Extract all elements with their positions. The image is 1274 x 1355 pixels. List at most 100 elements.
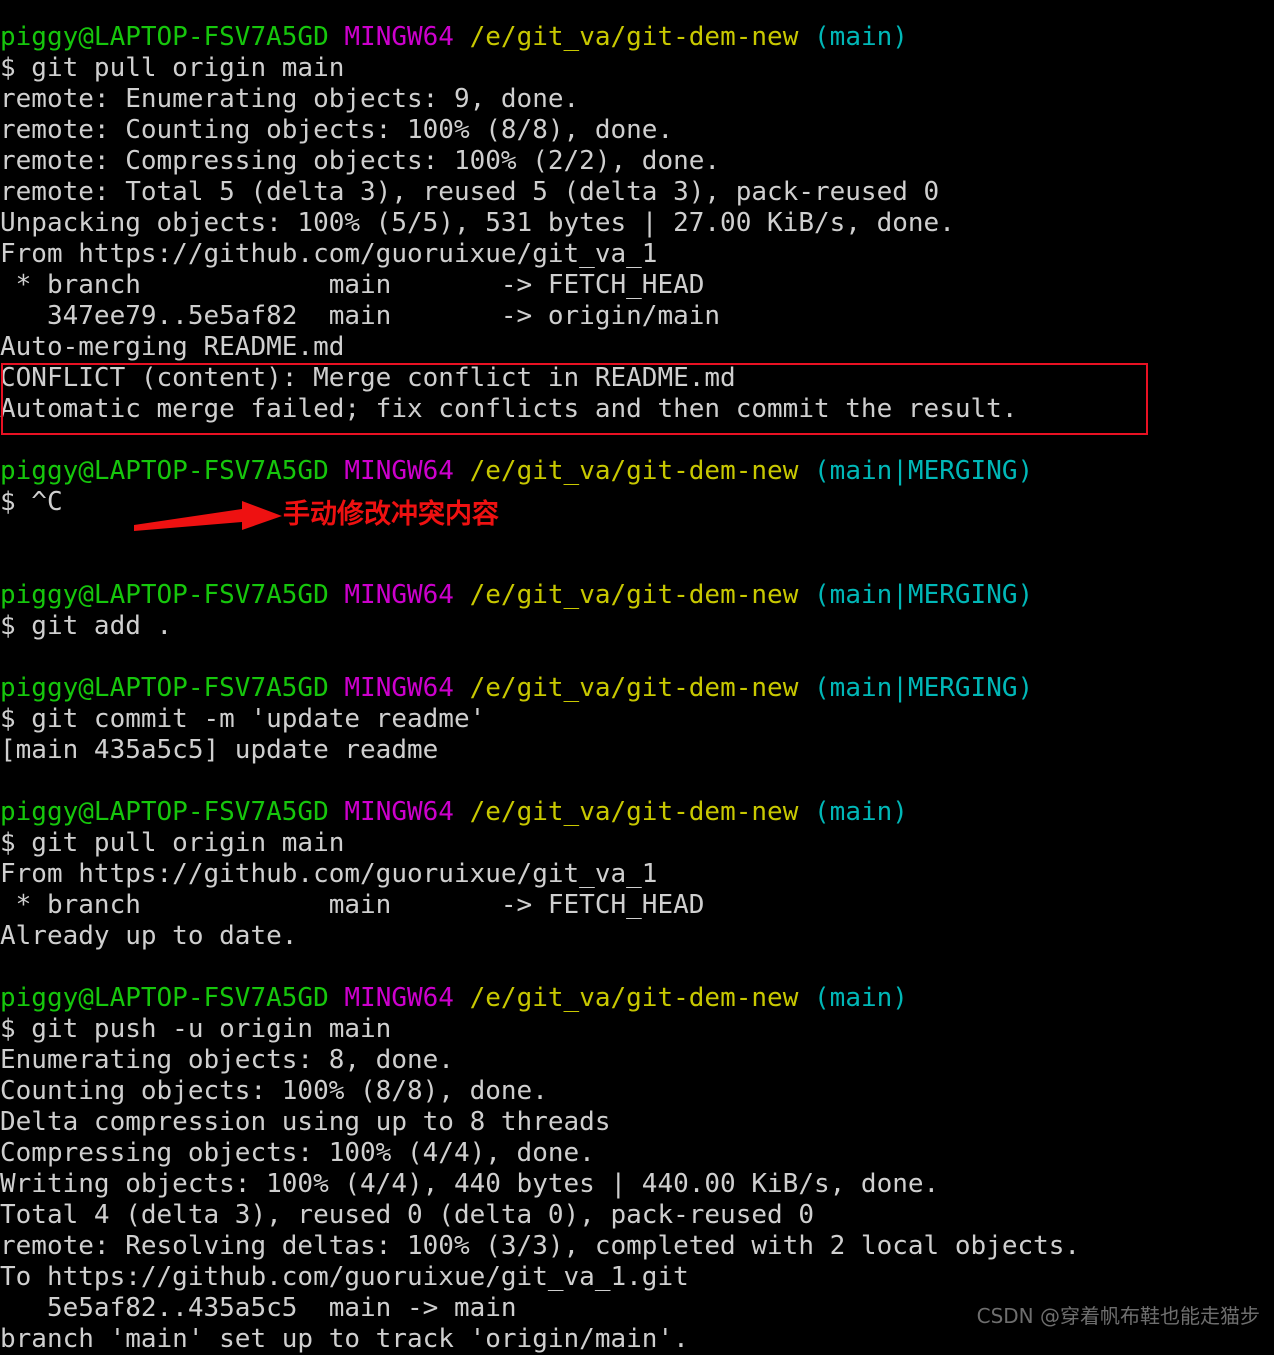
output-text: remote: Total 5 (delta 3), reused 5 (del…	[0, 177, 940, 207]
output-text: remote: Resolving deltas: 100% (3/3), co…	[0, 1231, 1081, 1261]
terminal-output-line: To https://github.com/guoruixue/git_va_1…	[0, 1262, 1274, 1293]
terminal-output-line: Delta compression using up to 8 threads	[0, 1107, 1274, 1138]
terminal-output-line: Total 4 (delta 3), reused 0 (delta 0), p…	[0, 1200, 1274, 1231]
terminal-output-line: Enumerating objects: 8, done.	[0, 1045, 1274, 1076]
terminal-window[interactable]: piggy@LAPTOP-FSV7A5GD MINGW64 /e/git_va/…	[0, 0, 1274, 1354]
prompt-shell-tag: MINGW64	[344, 983, 454, 1013]
prompt-path: /e/git_va/git-dem-new	[469, 797, 799, 827]
command-text: $ git pull origin main	[0, 53, 345, 83]
annotation-label: 手动修改冲突内容	[283, 499, 499, 530]
output-text: * branch main -> FETCH_HEAD	[0, 270, 705, 300]
prompt-path: /e/git_va/git-dem-new	[469, 983, 799, 1013]
output-text: 5e5af82..435a5c5 main -> main	[0, 1293, 517, 1323]
terminal-output-line: From https://github.com/guoruixue/git_va…	[0, 239, 1274, 270]
terminal-command-line: $ git pull origin main	[0, 828, 1274, 859]
prompt-shell-tag: MINGW64	[344, 456, 454, 486]
prompt-branch: (main|MERGING)	[814, 580, 1034, 610]
command-text: $ git add .	[0, 611, 173, 641]
prompt-user-host: piggy@LAPTOP-FSV7A5GD	[0, 580, 329, 610]
prompt-user-host: piggy@LAPTOP-FSV7A5GD	[0, 456, 329, 486]
output-text: branch 'main' set up to track 'origin/ma…	[0, 1324, 689, 1354]
prompt-user-host: piggy@LAPTOP-FSV7A5GD	[0, 983, 329, 1013]
terminal-output-line: Automatic merge failed; fix conflicts an…	[0, 394, 1274, 425]
terminal-output-line: Compressing objects: 100% (4/4), done.	[0, 1138, 1274, 1169]
terminal-output-line: Counting objects: 100% (8/8), done.	[0, 1076, 1274, 1107]
terminal-output-line: * branch main -> FETCH_HEAD	[0, 270, 1274, 301]
output-text: Compressing objects: 100% (4/4), done.	[0, 1138, 595, 1168]
prompt-path: /e/git_va/git-dem-new	[469, 580, 799, 610]
command-text: $ git pull origin main	[0, 828, 345, 858]
terminal-output-line: remote: Total 5 (delta 3), reused 5 (del…	[0, 177, 1274, 208]
prompt-branch: (main)	[814, 22, 908, 52]
terminal-output-line: From https://github.com/guoruixue/git_va…	[0, 859, 1274, 890]
output-text: Writing objects: 100% (4/4), 440 bytes |…	[0, 1169, 940, 1199]
output-text: 347ee79..5e5af82 main -> origin/main	[0, 301, 721, 331]
output-text: To https://github.com/guoruixue/git_va_1…	[0, 1262, 689, 1292]
terminal-output-line: Auto-merging README.md	[0, 332, 1274, 363]
output-text: remote: Enumerating objects: 9, done.	[0, 84, 580, 114]
output-text: Auto-merging README.md	[0, 332, 345, 362]
output-text: Delta compression using up to 8 threads	[0, 1107, 611, 1137]
terminal-output-line: remote: Resolving deltas: 100% (3/3), co…	[0, 1231, 1274, 1262]
terminal-output-line: Already up to date.	[0, 921, 1274, 952]
terminal-prompt-line: piggy@LAPTOP-FSV7A5GD MINGW64 /e/git_va/…	[0, 456, 1274, 487]
terminal-command-line: $ git pull origin main	[0, 53, 1274, 84]
output-text: remote: Counting objects: 100% (8/8), do…	[0, 115, 674, 145]
command-text: $ ^C	[0, 487, 63, 517]
terminal-output-area[interactable]: piggy@LAPTOP-FSV7A5GD MINGW64 /e/git_va/…	[0, 22, 1274, 1355]
terminal-output-line: [main 435a5c5] update readme	[0, 735, 1274, 766]
terminal-prompt-line: piggy@LAPTOP-FSV7A5GD MINGW64 /e/git_va/…	[0, 983, 1274, 1014]
terminal-command-line: $ git commit -m 'update readme'	[0, 704, 1274, 735]
output-text: Automatic merge failed; fix conflicts an…	[0, 394, 1018, 424]
terminal-prompt-line: piggy@LAPTOP-FSV7A5GD MINGW64 /e/git_va/…	[0, 797, 1274, 828]
terminal-prompt-line: piggy@LAPTOP-FSV7A5GD MINGW64 /e/git_va/…	[0, 673, 1274, 704]
output-text: * branch main -> FETCH_HEAD	[0, 890, 705, 920]
prompt-branch: (main|MERGING)	[814, 673, 1034, 703]
terminal-output-line: remote: Counting objects: 100% (8/8), do…	[0, 115, 1274, 146]
prompt-shell-tag: MINGW64	[344, 673, 454, 703]
command-text: $ git commit -m 'update readme'	[0, 704, 486, 734]
terminal-command-line: $ ^C	[0, 487, 1274, 518]
terminal-output-line: Unpacking objects: 100% (5/5), 531 bytes…	[0, 208, 1274, 239]
prompt-path: /e/git_va/git-dem-new	[469, 456, 799, 486]
terminal-output-line: * branch main -> FETCH_HEAD	[0, 890, 1274, 921]
terminal-command-line: $ git add .	[0, 611, 1274, 642]
prompt-branch: (main)	[814, 797, 908, 827]
output-text: Counting objects: 100% (8/8), done.	[0, 1076, 548, 1106]
prompt-path: /e/git_va/git-dem-new	[469, 673, 799, 703]
output-text: remote: Compressing objects: 100% (2/2),…	[0, 146, 721, 176]
terminal-command-line: $ git push -u origin main	[0, 1014, 1274, 1045]
output-text: Total 4 (delta 3), reused 0 (delta 0), p…	[0, 1200, 814, 1230]
command-text: $ git push -u origin main	[0, 1014, 392, 1044]
terminal-prompt-line: piggy@LAPTOP-FSV7A5GD MINGW64 /e/git_va/…	[0, 580, 1274, 611]
prompt-path: /e/git_va/git-dem-new	[469, 22, 799, 52]
terminal-output-line: CONFLICT (content): Merge conflict in RE…	[0, 363, 1274, 394]
watermark-label: CSDN @穿着帆布鞋也能走猫步	[976, 1304, 1260, 1328]
prompt-user-host: piggy@LAPTOP-FSV7A5GD	[0, 22, 329, 52]
prompt-branch: (main)	[814, 983, 908, 1013]
terminal-output-line: branch 'main' set up to track 'origin/ma…	[0, 1324, 1274, 1355]
prompt-user-host: piggy@LAPTOP-FSV7A5GD	[0, 673, 329, 703]
output-text: From https://github.com/guoruixue/git_va…	[0, 859, 658, 889]
output-text: Enumerating objects: 8, done.	[0, 1045, 454, 1075]
terminal-output-line: 347ee79..5e5af82 main -> origin/main	[0, 301, 1274, 332]
